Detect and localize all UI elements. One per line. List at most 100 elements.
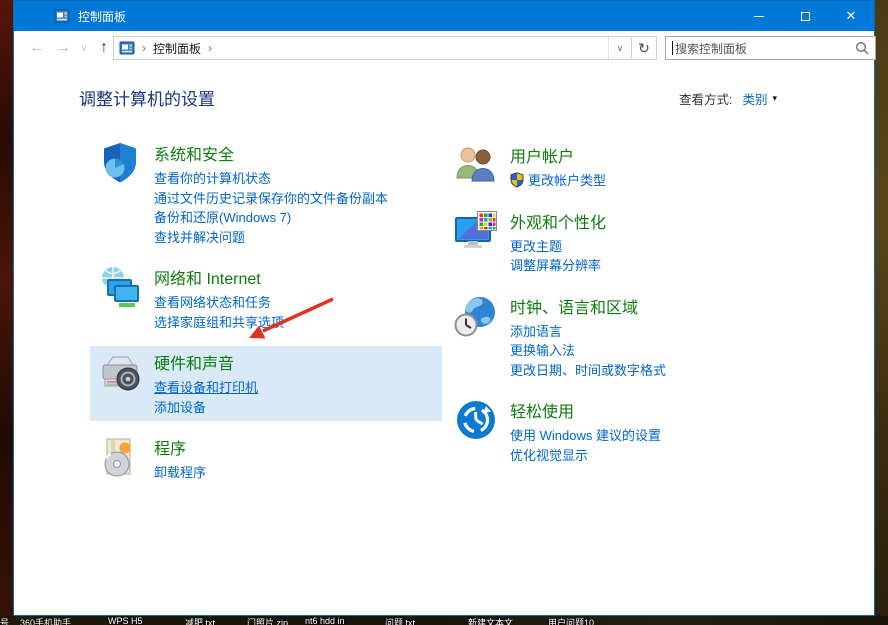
category-system-security: 系统和安全查看你的计算机状态通过文件历史记录保存你的文件备份副本备份和还原(Wi… [90, 137, 442, 251]
chevron-down-icon: ∨ [617, 43, 624, 54]
category-task-links: 添加语言更换输入法更改日期、时间或数字格式 [510, 322, 666, 381]
desktop-icon-label[interactable]: 号 [0, 616, 9, 625]
view-by-value-link[interactable]: 类别 [742, 89, 767, 108]
task-link[interactable]: 使用 Windows 建议的设置 [510, 426, 661, 446]
category-title-system-security[interactable]: 系统和安全 [154, 141, 234, 165]
breadcrumb-control-panel[interactable]: 控制面板 [153, 40, 201, 57]
task-link[interactable]: 通过文件历史记录保存你的文件备份副本 [154, 189, 388, 209]
desktop-wallpaper-left [0, 0, 13, 625]
text-cursor [672, 41, 673, 55]
category-body: 硬件和声音查看设备和打印机添加设备 [154, 350, 258, 417]
category-body: 用户帐户更改帐户类型 [510, 143, 606, 191]
globe-clock-icon[interactable] [454, 294, 498, 338]
maximize-button[interactable] [782, 1, 828, 31]
task-link[interactable]: 选择家庭组和共享选项 [154, 313, 284, 333]
task-link[interactable]: 查看设备和打印机 [154, 378, 258, 398]
category-title-clock-language-region[interactable]: 时钟、语言和区域 [510, 294, 638, 318]
task-link[interactable]: 更改主题 [510, 237, 606, 257]
task-link[interactable]: 备份和还原(Windows 7) [154, 208, 388, 228]
task-link[interactable]: 更改日期、时间或数字格式 [510, 361, 666, 381]
category-body: 系统和安全查看你的计算机状态通过文件历史记录保存你的文件备份副本备份和还原(Wi… [154, 141, 388, 247]
chevron-down-icon: ∨ [81, 43, 88, 54]
desktop-icon-label[interactable]: 门照片 zip [247, 616, 288, 625]
control-panel-content: 调整计算机的设置 查看方式: 类别 ▾ 系统和安全查看你的计算机状态通过文件历史… [14, 65, 874, 615]
category-title-appearance-personalization[interactable]: 外观和个性化 [510, 209, 606, 233]
back-button[interactable]: ← [26, 31, 48, 65]
breadcrumb-separator-icon[interactable]: › [208, 41, 212, 55]
ease-of-access-icon[interactable] [454, 398, 498, 442]
category-appearance-personalization: 外观和个性化更改主题调整屏幕分辨率 [446, 205, 818, 280]
task-link[interactable]: 查看你的计算机状态 [154, 169, 388, 189]
category-task-links: 更改帐户类型 [510, 171, 606, 191]
minimize-button[interactable] [736, 1, 782, 31]
forward-button[interactable]: → [52, 31, 74, 65]
desktop-icon-label[interactable]: 360手机助手 [20, 616, 71, 625]
control-panel-icon [119, 40, 135, 56]
desktop-icon-label[interactable]: nt6 hdd in [305, 616, 345, 625]
network-globe-icon[interactable] [98, 265, 142, 309]
desktop-wallpaper-right [875, 0, 888, 625]
control-panel-icon [54, 8, 70, 24]
category-task-links: 查看你的计算机状态通过文件历史记录保存你的文件备份副本备份和还原(Windows… [154, 169, 388, 247]
category-title-hardware-sound[interactable]: 硬件和声音 [154, 350, 234, 374]
category-title-network-internet[interactable]: 网络和 Internet [154, 265, 261, 289]
printer-icon[interactable] [98, 350, 142, 394]
close-icon: ✕ [846, 8, 857, 24]
task-link[interactable]: 添加设备 [154, 398, 258, 418]
desktop-icon-label[interactable]: 用户问题10 [548, 616, 594, 625]
desktop-icon-label[interactable]: 问题 txt [385, 616, 415, 625]
recent-pages-dropdown[interactable]: ∨ [76, 31, 92, 65]
search-input[interactable]: 搜索控制面板 [665, 36, 876, 60]
task-link[interactable]: 更换输入法 [510, 341, 666, 361]
program-cd-icon[interactable] [98, 435, 142, 479]
window-title: 控制面板 [78, 8, 126, 25]
task-link[interactable]: 卸载程序 [154, 463, 206, 483]
title-bar[interactable]: 控制面板 ✕ [14, 1, 874, 31]
category-column-left: 系统和安全查看你的计算机状态通过文件历史记录保存你的文件备份副本备份和还原(Wi… [90, 137, 442, 497]
control-panel-window: 控制面板 ✕ ← → ∨ ↑ › 控制面板 › ∨ ↻ [13, 0, 875, 616]
category-body: 程序卸载程序 [154, 435, 206, 483]
display-palette-icon[interactable] [454, 209, 498, 253]
view-by-label: 查看方式: [679, 89, 732, 108]
forward-icon: → [55, 39, 71, 57]
category-ease-of-access: 轻松使用使用 Windows 建议的设置优化视觉显示 [446, 394, 818, 469]
category-body: 外观和个性化更改主题调整屏幕分辨率 [510, 209, 606, 276]
desktop-icon-label[interactable]: 减肥 txt [185, 616, 215, 625]
task-link[interactable]: 添加语言 [510, 322, 666, 342]
task-link[interactable]: 查找并解决问题 [154, 228, 388, 248]
page-title: 调整计算机的设置 [79, 85, 215, 110]
task-link[interactable]: 更改帐户类型 [510, 171, 606, 191]
minimize-icon [754, 16, 764, 17]
task-link[interactable]: 查看网络状态和任务 [154, 293, 284, 313]
category-task-links: 使用 Windows 建议的设置优化视觉显示 [510, 426, 661, 465]
breadcrumb-separator-icon: › [142, 41, 146, 55]
category-title-ease-of-access[interactable]: 轻松使用 [510, 398, 574, 422]
address-dropdown-button[interactable]: ∨ [608, 37, 631, 59]
category-title-programs[interactable]: 程序 [154, 435, 186, 459]
shield-pie-icon[interactable] [98, 141, 142, 185]
category-task-links: 查看设备和打印机添加设备 [154, 378, 258, 417]
category-body: 网络和 Internet 查看网络状态和任务选择家庭组和共享选项 [154, 265, 284, 332]
desktop-icon-label[interactable]: WPS H5 [108, 616, 143, 625]
uac-shield-icon [510, 172, 524, 188]
category-title-user-accounts[interactable]: 用户帐户 [510, 143, 574, 167]
category-hardware-sound: 硬件和声音查看设备和打印机添加设备 [90, 346, 442, 421]
users-icon[interactable] [454, 143, 498, 187]
back-icon: ← [29, 39, 45, 57]
dropdown-triangle-icon[interactable]: ▾ [773, 93, 778, 104]
category-body: 轻松使用使用 Windows 建议的设置优化视觉显示 [510, 398, 661, 465]
maximize-icon [801, 12, 810, 21]
address-bar[interactable]: › 控制面板 › ∨ ↻ [113, 36, 657, 60]
task-link[interactable]: 优化视觉显示 [510, 446, 661, 466]
category-user-accounts: 用户帐户更改帐户类型 [446, 139, 818, 195]
search-icon [855, 41, 869, 55]
window-controls: ✕ [736, 1, 874, 31]
task-link[interactable]: 调整屏幕分辨率 [510, 256, 606, 276]
close-button[interactable]: ✕ [828, 1, 874, 31]
category-programs: 程序卸载程序 [90, 431, 442, 487]
up-button[interactable]: ↑ [93, 31, 115, 65]
category-network-internet: 网络和 Internet 查看网络状态和任务选择家庭组和共享选项 [90, 261, 442, 336]
navigation-bar: ← → ∨ ↑ › 控制面板 › ∨ ↻ 搜索控制面板 [14, 31, 874, 65]
desktop-icon-label[interactable]: 新建文本文 [468, 616, 513, 625]
refresh-button[interactable]: ↻ [631, 37, 656, 59]
